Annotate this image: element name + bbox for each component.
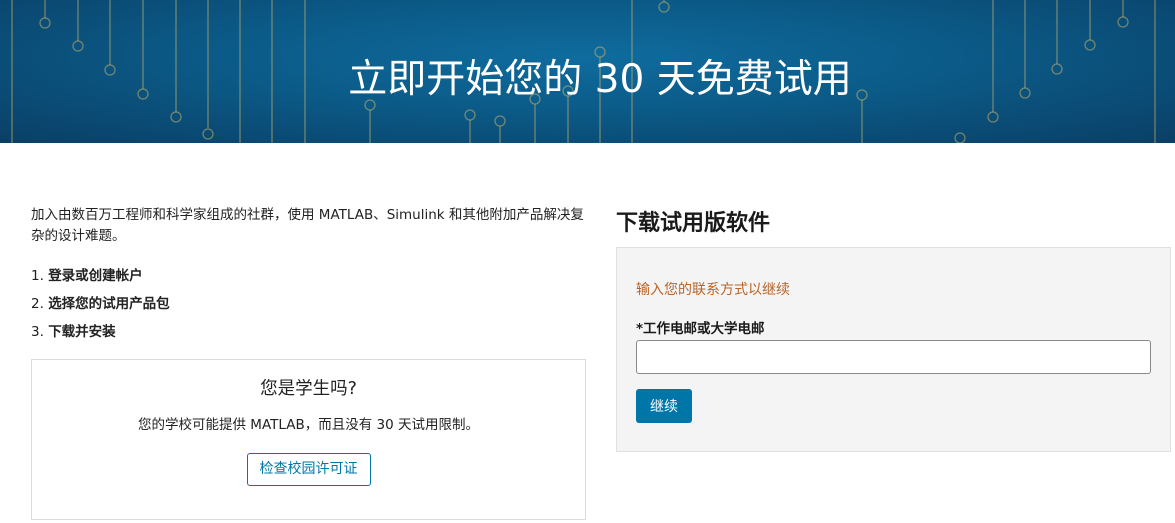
student-panel: 您是学生吗? 您的学校可能提供 MATLAB，而且没有 30 天试用限制。 检查… bbox=[31, 359, 586, 520]
step-number: 2. bbox=[31, 296, 44, 312]
step-text: 登录或创建帐户 bbox=[48, 268, 143, 284]
step-text: 选择您的试用产品包 bbox=[48, 296, 170, 312]
list-item: 2. 选择您的试用产品包 bbox=[31, 290, 587, 318]
step-number: 3. bbox=[31, 324, 44, 340]
email-label: *工作电邮或大学电邮 bbox=[636, 321, 765, 337]
hero-banner: 立即开始您的 30 天免费试用 bbox=[0, 0, 1175, 143]
check-campus-license-button[interactable]: 检查校园许可证 bbox=[246, 453, 371, 486]
student-heading: 您是学生吗? bbox=[260, 379, 357, 399]
form-prompt: 输入您的联系方式以继续 bbox=[636, 282, 790, 298]
steps-list: 1. 登录或创建帐户 2. 选择您的试用产品包 3. 下载并安装 bbox=[31, 262, 587, 346]
trial-info: 加入由数百万工程师和科学家组成的社群，使用 MATLAB、Simulink 和其… bbox=[31, 205, 587, 346]
continue-button[interactable]: 继续 bbox=[636, 389, 692, 423]
step-number: 1. bbox=[31, 268, 44, 284]
list-item: 3. 下载并安装 bbox=[31, 318, 587, 346]
email-field[interactable] bbox=[636, 340, 1151, 374]
list-item: 1. 登录或创建帐户 bbox=[31, 262, 587, 290]
download-heading: 下载试用版软件 bbox=[616, 211, 771, 236]
page-title: 立即开始您的 30 天免费试用 bbox=[348, 57, 852, 102]
student-description: 您的学校可能提供 MATLAB，而且没有 30 天试用限制。 bbox=[138, 417, 479, 433]
step-text: 下载并安装 bbox=[48, 324, 116, 340]
download-form: 输入您的联系方式以继续 *工作电邮或大学电邮 继续 bbox=[616, 247, 1171, 452]
intro-text: 加入由数百万工程师和科学家组成的社群，使用 MATLAB、Simulink 和其… bbox=[31, 207, 584, 244]
